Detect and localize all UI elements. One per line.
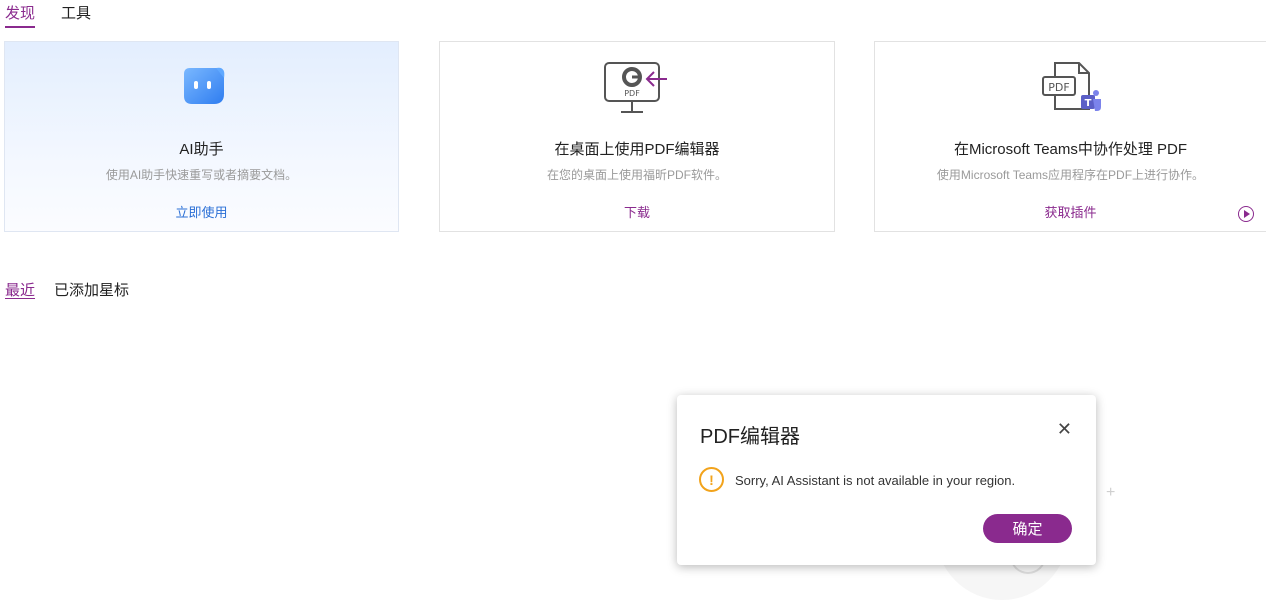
download-link[interactable]: 下载 [440, 202, 834, 221]
svg-text:T: T [1084, 98, 1091, 109]
tab-discover[interactable]: 发现 [5, 2, 36, 28]
ai-assistant-card[interactable]: AI助手 使用AI助手快速重写或者摘要文档。 立即使用 [4, 41, 399, 232]
close-icon[interactable]: ✕ [1057, 419, 1072, 440]
desktop-pdf-icon: PDF [440, 60, 834, 116]
card-title: AI助手 [179, 141, 224, 158]
ai-assistant-icon [5, 60, 398, 116]
tab-tools[interactable]: 工具 [61, 2, 91, 28]
tab-starred[interactable]: 已添加星标 [54, 279, 129, 303]
teams-card[interactable]: PDF T 在Microsoft Teams中协作处理 PDF 使用Micros… [874, 41, 1266, 232]
tab-recent[interactable]: 最近 [5, 279, 35, 303]
recent-tab-bar: 最近 已添加星标 [5, 279, 129, 303]
use-now-link[interactable]: 立即使用 [5, 202, 398, 221]
card-description: 使用AI助手快速重写或者摘要文档。 [105, 168, 298, 182]
teams-pdf-icon: PDF T [875, 60, 1266, 116]
svg-text:PDF: PDF [624, 89, 640, 98]
top-tab-bar: 发现 工具 [5, 2, 91, 28]
get-plugin-link[interactable]: 获取插件 [875, 202, 1266, 221]
play-icon[interactable] [1238, 206, 1254, 222]
confirm-button[interactable]: 确定 [983, 514, 1072, 543]
warning-icon: ! [699, 467, 724, 492]
card-description: 使用Microsoft Teams应用程序在PDF上进行协作。 [936, 168, 1205, 182]
desktop-editor-card[interactable]: PDF 在桌面上使用PDF编辑器 在您的桌面上使用福昕PDF软件。 下载 [439, 41, 835, 232]
alert-dialog: PDF编辑器 ✕ ! Sorry, AI Assistant is not av… [677, 395, 1096, 565]
card-title: 在桌面上使用PDF编辑器 [554, 141, 720, 158]
dialog-message: Sorry, AI Assistant is not available in … [735, 473, 1016, 488]
background-plus-icon: + [1106, 484, 1116, 501]
card-description: 在您的桌面上使用福昕PDF软件。 [546, 168, 727, 182]
dialog-title: PDF编辑器 [700, 426, 800, 448]
svg-text:PDF: PDF [1048, 81, 1069, 94]
card-title: 在Microsoft Teams中协作处理 PDF [953, 141, 1188, 158]
